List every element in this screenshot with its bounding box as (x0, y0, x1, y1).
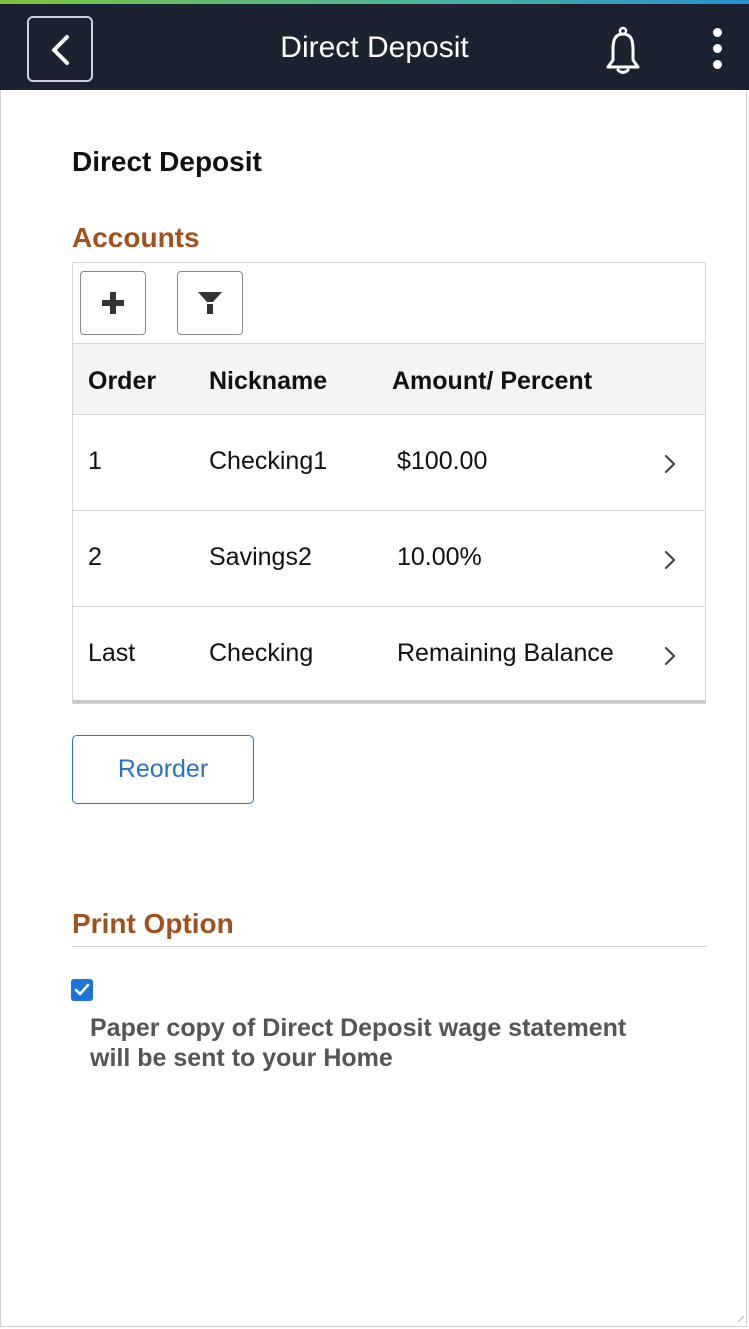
amount-cell: Remaining Balance (397, 639, 614, 667)
amount-cell: 10.00% (397, 543, 482, 571)
page-title: Direct Deposit (72, 146, 262, 177)
filter-icon (198, 292, 222, 314)
grid-toolbar (73, 263, 705, 343)
column-header-amount: Amount/ Percent (392, 367, 593, 395)
account-row[interactable]: Last Checking Remaining Balance (73, 607, 705, 703)
column-header-order: Order (88, 367, 157, 395)
checkmark-icon (74, 983, 90, 996)
chevron-right-icon (664, 550, 676, 570)
kebab-dot (713, 28, 722, 37)
header-bar: Direct Deposit (0, 0, 749, 90)
paper-copy-label: Paper copy of Direct Deposit wage statem… (90, 1014, 627, 1072)
order-cell: 1 (88, 447, 102, 475)
add-account-button[interactable] (80, 271, 146, 335)
column-header-nickname: Nickname (209, 367, 328, 395)
order-cell: Last (88, 639, 136, 667)
kebab-dot (713, 60, 722, 69)
notifications-button[interactable] (603, 26, 643, 76)
grid-header-row: Order Nickname Amount/ Percent (73, 343, 705, 415)
nickname-cell: Checking1 (209, 447, 328, 475)
kebab-dot (713, 44, 722, 53)
chevron-right-icon (664, 646, 676, 666)
nickname-cell: Savings2 (209, 543, 312, 571)
print-option-heading: Print Option (72, 908, 234, 939)
filter-button[interactable] (177, 271, 243, 335)
header-accent-stripe (0, 0, 749, 4)
reorder-button[interactable]: Reorder (72, 735, 254, 804)
order-cell: 2 (88, 543, 102, 571)
resize-grip-icon (737, 1315, 745, 1323)
section-divider (72, 946, 706, 947)
chevron-right-icon (664, 454, 676, 474)
plus-icon (102, 292, 124, 314)
grid-bottom-border (73, 700, 705, 703)
more-actions-button[interactable] (706, 26, 730, 72)
nickname-cell: Checking (209, 639, 314, 667)
paper-copy-checkbox[interactable] (71, 979, 93, 1001)
account-row[interactable]: 2 Savings2 10.00% (73, 511, 705, 607)
account-row[interactable]: 1 Checking1 $100.00 (73, 415, 705, 511)
amount-cell: $100.00 (397, 447, 488, 475)
bell-icon (606, 26, 640, 74)
accounts-grid: Order Nickname Amount/ Percent 1 Checkin… (72, 262, 706, 704)
accounts-heading: Accounts (72, 222, 200, 253)
